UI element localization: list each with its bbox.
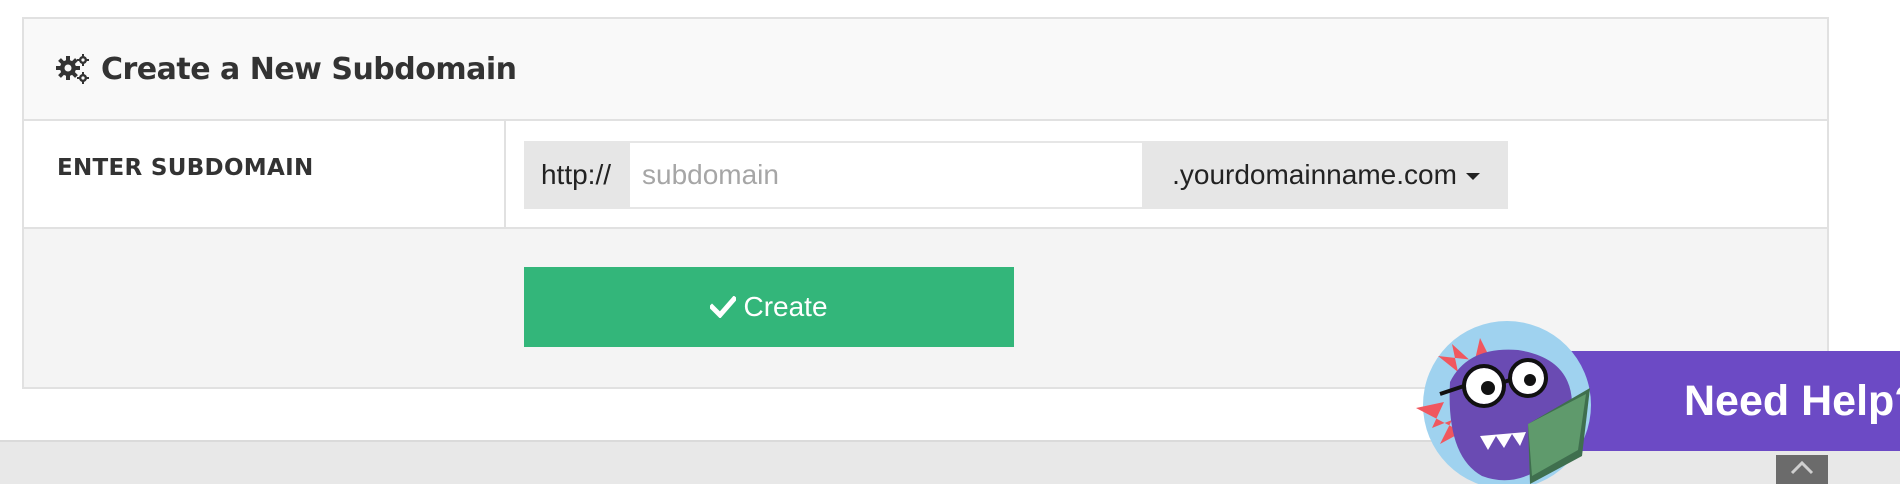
caret-down-icon [1465,172,1480,180]
subdomain-input[interactable] [628,141,1144,209]
subdomain-label: ENTER SUBDOMAIN [57,155,314,181]
form-label-cell: ENTER SUBDOMAIN [24,121,506,227]
panel-heading: Create a New Subdomain [24,19,1827,121]
create-button[interactable]: Create [524,267,1014,347]
subdomain-form-row: ENTER SUBDOMAIN http:// .yourdomainname.… [24,121,1827,229]
gears-icon [56,54,89,84]
subdomain-input-group: http:// .yourdomainname.com [524,141,1508,209]
create-button-label: Create [743,291,828,322]
form-field-cell: http:// .yourdomainname.com [506,121,1827,227]
panel-title: Create a New Subdomain [101,51,517,87]
need-help-widget[interactable]: Need Help? [1410,316,1900,484]
protocol-prefix: http:// [524,141,628,209]
domain-selected: .yourdomainname.com [1172,159,1457,190]
check-icon [710,296,737,318]
domain-dropdown[interactable]: .yourdomainname.com [1144,141,1508,209]
need-help-label: Need Help? [1684,376,1900,425]
dinosaur-mascot-icon [1416,321,1591,484]
